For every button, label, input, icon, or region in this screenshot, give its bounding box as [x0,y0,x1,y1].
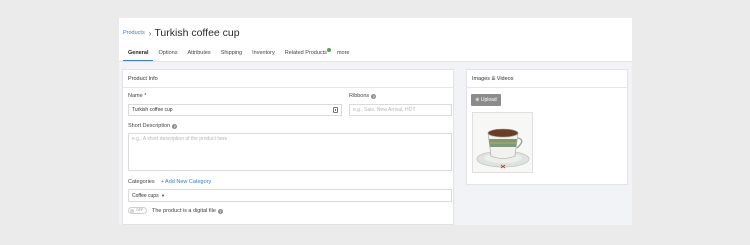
tab-divider [119,61,632,62]
breadcrumb: Products › Turkish coffee cup [123,26,240,40]
breadcrumb-products-link[interactable]: Products [123,30,145,36]
help-icon[interactable]: ? [172,123,178,129]
help-icon[interactable]: ? [217,208,223,214]
tab-attributes[interactable]: Attributes [182,48,215,62]
digital-file-label: The product is a digital file [152,208,216,214]
tab-general[interactable]: General [123,48,154,62]
page-title: Turkish coffee cup [154,27,240,39]
tab-related-products[interactable]: Related Products [280,48,332,62]
tab-more[interactable]: more [332,48,355,62]
product-info-card: Product Info Name * Turkish coffee cup R… [122,69,454,225]
ribbons-placeholder: e.g., Sale, New Arrival, HOT [353,107,416,113]
add-category-link[interactable]: + Add New Category [161,179,212,185]
coffee-cup-image [473,113,532,172]
upload-label: Upload [480,97,497,103]
category-chip: Coffee cups [132,193,159,199]
images-videos-header: Images & Videos [467,70,627,88]
upload-icon: ⊕ [475,97,480,103]
help-icon[interactable]: ? [371,93,377,99]
categories-select[interactable]: Coffee cups ▼ [128,189,452,202]
ribbons-input[interactable]: e.g., Sale, New Arrival, HOT [349,104,452,116]
digital-file-toggle[interactable]: OFF [128,207,147,214]
tab-bar: General Options Attributes Shipping Inve… [123,48,354,62]
categories-label: Categories [128,179,155,185]
chevron-down-icon[interactable]: ▼ [161,193,165,198]
upload-button[interactable]: ⊕ Upload [471,94,501,106]
tab-related-products-label: Related Products [284,50,327,56]
short-description-label-group: Short Description ? [128,123,178,129]
tab-inventory[interactable]: Inventory [247,48,280,62]
notification-dot-icon [326,48,331,52]
digital-file-label-group: The product is a digital file ? [152,207,223,215]
tab-shipping[interactable]: Shipping [216,48,247,62]
clipboard-icon[interactable] [333,107,338,113]
short-description-label: Short Description [128,123,171,129]
product-info-header: Product Info [123,70,453,88]
tab-options[interactable]: Options [153,48,182,62]
categories-label-group: Categories + Add New Category [128,179,211,185]
name-input[interactable]: Turkish coffee cup [128,104,342,116]
top-bar: Products › Turkish coffee cup General Op… [119,18,632,62]
product-image-thumbnail[interactable] [472,112,533,173]
name-input-value: Turkish coffee cup [132,107,173,113]
ribbons-label-group: Ribbons ? [349,93,377,99]
product-editor-window: Products › Turkish coffee cup General Op… [119,18,632,225]
name-label: Name * [128,93,147,99]
ribbons-label: Ribbons [349,93,370,99]
short-description-textarea[interactable]: e.g., A short description of the product… [128,133,452,171]
images-videos-card: Images & Videos ⊕ Upload [466,69,628,185]
breadcrumb-separator: › [148,28,152,38]
toggle-knob [130,209,134,213]
short-description-placeholder: e.g., A short description of the product… [132,136,228,142]
toggle-state-label: OFF [136,208,143,212]
